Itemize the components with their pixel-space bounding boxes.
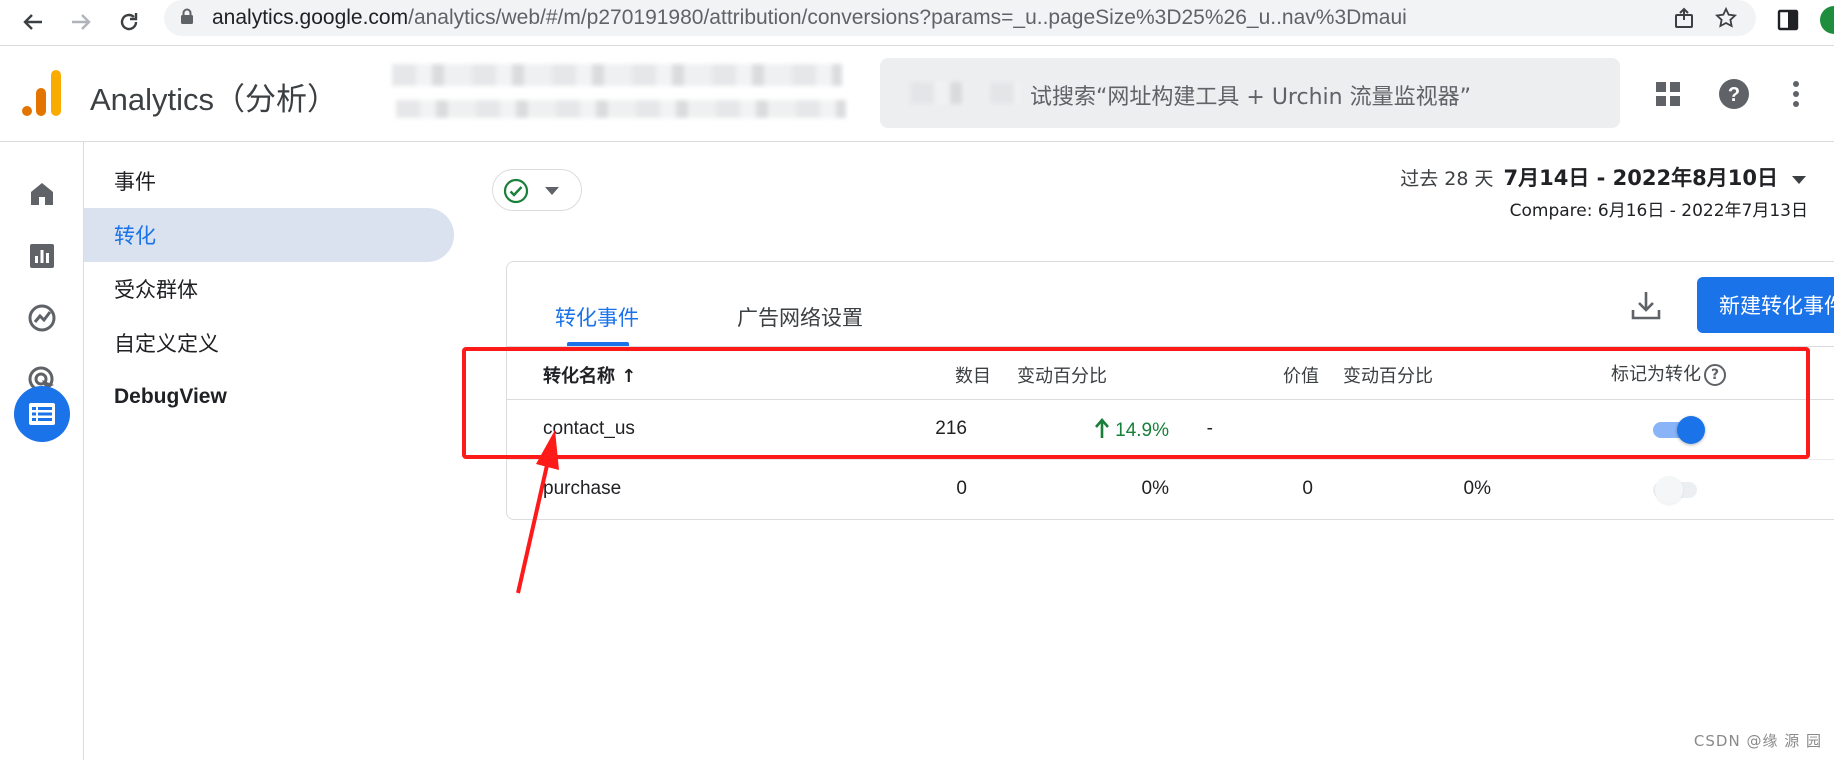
column-header-value-change[interactable]: 变动百分比 [1343,362,1433,388]
annotation-arrow-icon [516,430,559,594]
bar-chart-icon [30,244,54,268]
toggle-knob [1655,476,1683,504]
redacted-property-name [396,100,846,118]
star-icon [1715,7,1737,28]
status-filter-chip[interactable] [492,169,582,211]
column-header-count-change[interactable]: 变动百分比 [1017,362,1107,388]
url-text: analytics.google.com/analytics/web/#/m/p… [212,6,1407,29]
list-icon [29,403,55,425]
explore-icon [28,304,56,332]
arrow-right-icon [72,14,91,30]
browser-toolbar: analytics.google.com/analytics/web/#/m/p… [0,0,1834,46]
side-panel-icon [1777,9,1799,31]
toggle-knob [1677,416,1705,444]
app-header: Analytics（分析） 试搜索“网址构建工具 + Urchin 流量监视器”… [0,46,1834,142]
table-row: contact_us 216 14.9% - [507,400,1834,460]
redacted-account-name [392,64,842,86]
event-count-change: 14.9% [1095,418,1169,442]
date-range: 7月14日 - 2022年8月10日 [1503,166,1778,190]
svg-text:?: ? [1728,84,1740,106]
side-panel-button[interactable] [1772,4,1804,36]
arrow-left-icon [23,14,42,30]
event-value: 0 [1302,478,1313,499]
event-count-change-value: 14.9% [1115,420,1169,441]
share-button[interactable] [1670,4,1698,32]
subnav-item-custom-definitions[interactable]: 自定义定义 [84,316,454,370]
rail-home[interactable] [20,172,64,216]
share-icon [1675,7,1693,28]
new-conversion-event-button[interactable]: 新建转化事件 [1697,277,1834,333]
lock-icon [181,8,193,24]
column-header-value[interactable]: 价值 [1283,362,1319,388]
more-options-button[interactable] [1780,78,1812,110]
table-header: 转化名称 ↑ 数目 变动百分比 价值 变动百分比 标记为转化? [507,346,1834,400]
redacted-search-prefix [910,82,1020,104]
help-icon: ? [1719,79,1749,109]
mark-as-conversion-label: 标记为转化 [1611,364,1701,385]
left-rail [0,142,84,760]
event-count: 0 [956,478,967,499]
mark-as-conversion-toggle[interactable] [1651,416,1705,444]
download-button[interactable] [1629,288,1665,324]
column-header-mark-as-conversion: 标记为转化? [1611,360,1726,386]
subnav-item-conversions[interactable]: 转化 [84,208,454,262]
tab-conversion-events[interactable]: 转化事件 [555,302,639,332]
mark-help-icon[interactable]: ? [1704,364,1726,386]
date-range-picker[interactable]: 过去 28 天 7月14日 - 2022年8月10日 [1400,162,1806,192]
rail-explore[interactable] [20,296,64,340]
forward-button[interactable] [62,3,100,41]
profile-avatar[interactable] [1820,6,1834,34]
rail-configure[interactable] [14,386,70,442]
table-row: purchase 0 0% 0 0% [507,460,1834,520]
tab-ad-network-settings[interactable]: 广告网络设置 [737,302,863,332]
back-button[interactable] [14,3,52,41]
address-bar[interactable]: analytics.google.com/analytics/web/#/m/p… [164,0,1756,36]
analytics-logo-icon [22,70,61,116]
rail-reports[interactable] [20,234,64,278]
apps-grid-icon [1656,82,1680,106]
event-count-change: 0% [1141,478,1169,499]
event-value: - [1206,418,1213,439]
reload-button[interactable] [110,3,148,41]
caret-down-icon [545,187,559,195]
help-button[interactable]: ? [1718,78,1750,110]
date-period: 过去 28 天 [1400,168,1494,190]
column-header-name[interactable]: 转化名称 ↑ [543,362,636,388]
reload-icon [120,13,138,31]
more-vert-icon [1793,81,1799,107]
app-title: Analytics（分析） [90,82,339,117]
watermark: CSDN @缘 源 园 [1693,732,1822,750]
bookmark-button[interactable] [1712,4,1740,32]
subnav-item-events[interactable]: 事件 [84,154,454,208]
subnav-item-debugview[interactable]: DebugView [84,370,454,424]
subnav-item-audiences[interactable]: 受众群体 [84,262,454,316]
search-placeholder: 试搜索“网址构建工具 + Urchin 流量监视器” [1030,85,1471,110]
event-count: 216 [935,418,967,439]
date-caret-down-icon [1792,175,1806,184]
apps-button[interactable] [1652,78,1684,110]
event-value-change: 0% [1463,478,1491,499]
conversions-card: 转化事件 广告网络设置 新建转化事件 转化名称 ↑ 数目 变动百分比 价值 变动… [506,261,1834,520]
mark-as-conversion-toggle[interactable] [1651,476,1703,504]
home-icon [31,183,53,205]
arrow-up-icon [1095,418,1110,438]
check-circle-icon [503,178,529,204]
column-header-count[interactable]: 数目 [955,362,991,388]
download-icon [1631,292,1661,320]
compare-range: Compare: 6月16日 - 2022年7月13日 [1509,201,1808,221]
search-bar[interactable]: 试搜索“网址构建工具 + Urchin 流量监视器” [880,58,1620,128]
